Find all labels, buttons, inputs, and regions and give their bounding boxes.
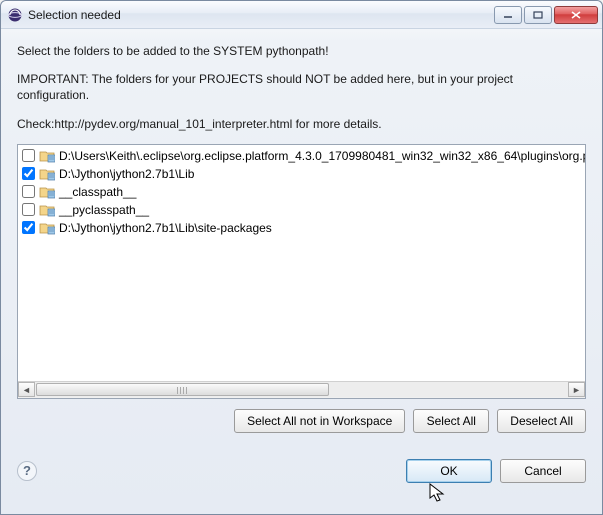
folder-icon xyxy=(39,220,55,236)
list-item-checkbox[interactable] xyxy=(22,203,35,216)
dialog-content: Select the folders to be added to the SY… xyxy=(1,29,602,493)
list-item-label: D:\Users\Keith\.eclipse\org.eclipse.plat… xyxy=(59,149,585,163)
window-title: Selection needed xyxy=(28,8,494,22)
titlebar[interactable]: Selection needed xyxy=(1,1,602,29)
select-all-not-in-workspace-button[interactable]: Select All not in Workspace xyxy=(234,409,405,433)
dialog-button-row: ? OK Cancel xyxy=(17,459,586,483)
list-item[interactable]: D:\Jython\jython2.7b1\Lib xyxy=(18,165,585,183)
list-item[interactable]: __pyclasspath__ xyxy=(18,201,585,219)
list-item-checkbox[interactable] xyxy=(22,221,35,234)
folder-icon xyxy=(39,166,55,182)
eclipse-icon xyxy=(7,7,23,23)
scroll-thumb[interactable] xyxy=(36,383,329,396)
instruction-text-3: Check:http://pydev.org/manual_101_interp… xyxy=(17,116,586,132)
folder-icon xyxy=(39,148,55,164)
list-item-label: __classpath__ xyxy=(59,185,136,199)
list-item-checkbox[interactable] xyxy=(22,149,35,162)
folder-icon xyxy=(39,202,55,218)
horizontal-scrollbar[interactable]: ◄ ► xyxy=(18,381,585,398)
scroll-left-button[interactable]: ◄ xyxy=(18,382,35,397)
window-controls xyxy=(494,6,598,24)
folder-icon xyxy=(39,184,55,200)
list-item[interactable]: D:\Users\Keith\.eclipse\org.eclipse.plat… xyxy=(18,147,585,165)
list-item-label: D:\Jython\jython2.7b1\Lib\site-packages xyxy=(59,221,272,235)
list-item-checkbox[interactable] xyxy=(22,167,35,180)
cancel-button[interactable]: Cancel xyxy=(500,459,586,483)
instruction-text-2: IMPORTANT: The folders for your PROJECTS… xyxy=(17,71,586,103)
scroll-track[interactable] xyxy=(35,382,568,397)
select-all-button[interactable]: Select All xyxy=(413,409,489,433)
list-item-checkbox[interactable] xyxy=(22,185,35,198)
close-button[interactable] xyxy=(554,6,598,24)
deselect-all-button[interactable]: Deselect All xyxy=(497,409,586,433)
minimize-button[interactable] xyxy=(494,6,522,24)
help-icon[interactable]: ? xyxy=(17,461,37,481)
instruction-text-1: Select the folders to be added to the SY… xyxy=(17,43,586,59)
list-item[interactable]: __classpath__ xyxy=(18,183,585,201)
list-item-label: __pyclasspath__ xyxy=(59,203,149,217)
list-item[interactable]: D:\Jython\jython2.7b1\Lib\site-packages xyxy=(18,219,585,237)
maximize-button[interactable] xyxy=(524,6,552,24)
dialog-window: Selection needed Select the folders to b… xyxy=(0,0,603,515)
selection-button-row: Select All not in Workspace Select All D… xyxy=(17,409,586,433)
list-item-label: D:\Jython\jython2.7b1\Lib xyxy=(59,167,194,181)
folder-list: D:\Users\Keith\.eclipse\org.eclipse.plat… xyxy=(17,144,586,399)
scroll-right-button[interactable]: ► xyxy=(568,382,585,397)
ok-button[interactable]: OK xyxy=(406,459,492,483)
